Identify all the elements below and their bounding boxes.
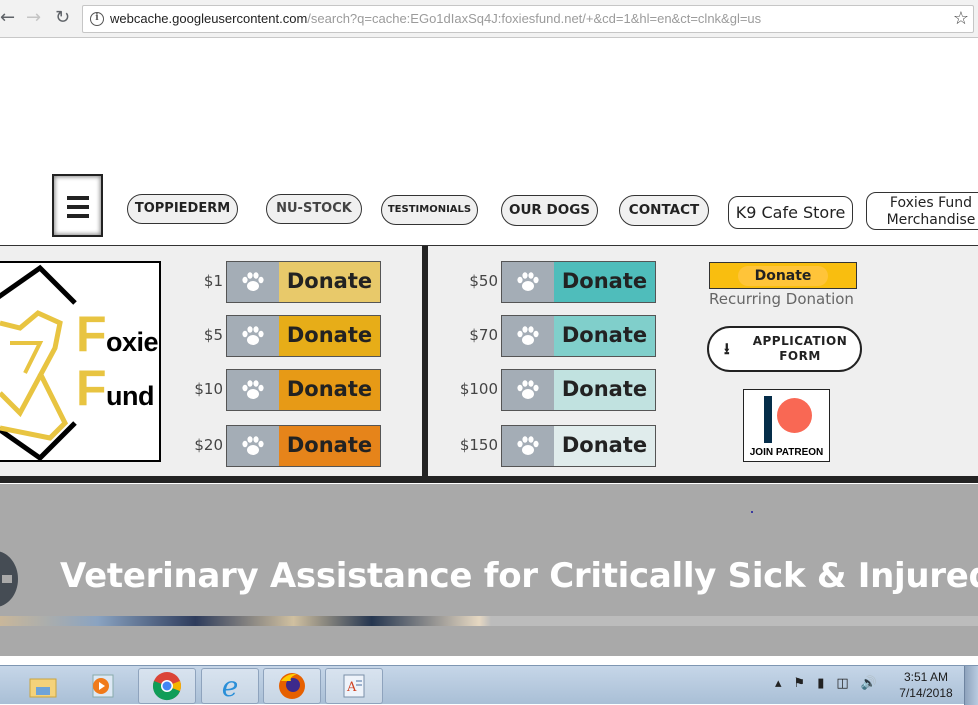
donate-button[interactable]: Donate [226,425,381,467]
recurring-donation-label: Recurring Donation [709,290,854,308]
donation-amount: $20 [194,436,223,454]
donate-label: Donate [279,262,380,302]
donation-amount: $5 [203,326,223,344]
donation-amount: $150 [459,436,498,454]
paw-icon [227,262,279,302]
chrome-icon[interactable] [138,668,196,704]
url-path: /search?q=cache:EGo1dIaxSq4J:foxiesfund.… [307,11,762,26]
nav-testimonials[interactable]: TESTIMONIALS [381,195,478,225]
hamburger-menu-button[interactable] [52,174,103,237]
clock-date: 7/14/2018 [899,686,953,700]
donate-label: Donate [554,262,655,302]
nav-toppiederm[interactable]: TOPPIEDERM [127,194,238,224]
internet-explorer-icon[interactable]: e [201,668,259,704]
browser-toolbar: ← → ↻ i webcache.googleusercontent.com/s… [0,0,978,38]
donate-button[interactable]: Donate [501,425,656,467]
donate-button[interactable]: Donate [226,261,381,303]
url-text[interactable]: webcache.googleusercontent.com/search?q=… [110,11,761,26]
donate-button[interactable]: Donate [501,261,656,303]
paw-icon [502,370,554,410]
power-icon[interactable]: ◫ [836,676,848,691]
url-host: webcache.googleusercontent.com [110,11,308,26]
info-icon[interactable]: i [90,12,104,26]
paypal-donate-label: Donate [738,266,828,286]
donate-button[interactable]: Donate [501,315,656,357]
donate-button[interactable]: Donate [501,369,656,411]
merch-line-1: Foxies Fund [889,195,973,211]
file-explorer-icon[interactable] [14,668,72,704]
donate-label: Donate [279,426,380,466]
show-hidden-icons-icon[interactable]: ▴ [775,676,782,691]
paw-icon [502,426,554,466]
address-bar[interactable]: i webcache.googleusercontent.com/search?… [82,5,974,33]
paw-icon [502,262,554,302]
volume-icon[interactable]: 🔊 [861,676,877,691]
system-tray: ▴ ⚑ ▮ ◫ 🔊 [775,676,877,691]
paw-icon [227,370,279,410]
slider-prev-arrow-icon[interactable] [0,551,18,607]
nav-nu-stock[interactable]: NU-STOCK [266,194,362,224]
nav-contact[interactable]: CONTACT [619,195,709,226]
donation-amount: $70 [469,326,498,344]
back-arrow-icon[interactable]: ← [0,8,15,28]
paw-icon [227,316,279,356]
wordpad-icon[interactable]: A [325,668,383,704]
donation-amount: $100 [459,380,498,398]
show-desktop-button[interactable] [964,666,978,705]
reload-icon[interactable]: ↻ [55,8,70,28]
nav-foxies-fund-merchandise[interactable]: Foxies Fund Merchandise [866,192,978,230]
network-signal-icon[interactable]: ▮ [817,676,824,691]
hero-banner: Veterinary Assistance for Critically Sic… [0,484,978,656]
windows-taskbar: e A ▴ ⚑ ▮ ◫ 🔊 3:51 AM 7/14/2018 [0,665,978,705]
patreon-label: JOIN PATREON [749,447,824,458]
hero-dot [751,511,753,513]
action-center-flag-icon[interactable]: ⚑ [794,676,806,691]
donate-label: Donate [554,426,655,466]
bookmark-star-icon[interactable]: ☆ [953,8,969,29]
paw-icon [502,316,554,356]
join-patreon-button[interactable]: JOIN PATREON [743,389,830,462]
donation-amount: $50 [469,272,498,290]
merch-line-2: Merchandise [886,212,976,228]
paypal-donate-button[interactable]: Donate [709,262,857,289]
hero-title: Veterinary Assistance for Critically Sic… [60,556,978,596]
web-page: TOPPIEDERM NU-STOCK TESTIMONIALS OUR DOG… [0,39,978,656]
paw-icon [227,426,279,466]
donate-label: Donate [554,316,655,356]
donate-section: Foxies Fund $1 Donate $5 Donate $10 Donate $20… [0,245,978,483]
donate-label: Donate [554,370,655,410]
donate-button[interactable]: Donate [226,369,381,411]
firefox-icon[interactable] [263,668,321,704]
logo-text-foxies: Foxies [76,306,159,362]
donate-button[interactable]: Donate [226,315,381,357]
section-divider [422,246,428,478]
svg-text:A: A [346,680,357,695]
media-player-icon[interactable] [75,668,133,704]
hero-image-strip [0,616,978,626]
nav-our-dogs[interactable]: OUR DOGS [501,195,598,226]
logo-text-fund: Fund [76,360,155,416]
donate-label: Donate [279,316,380,356]
nav-k9-cafe-store[interactable]: K9 Cafe Store [728,196,853,229]
application-form-button[interactable]: ⭳ APPLICATION FORM [707,326,862,372]
taskbar-clock[interactable]: 3:51 AM 7/14/2018 [895,669,957,701]
application-form-label: APPLICATION FORM [752,334,848,363]
donation-amount: $1 [203,272,223,290]
donate-label: Donate [279,370,380,410]
donation-amount: $10 [194,380,223,398]
download-icon: ⭳ [724,339,730,358]
clock-time: 3:51 AM [903,670,949,684]
forward-arrow-icon[interactable]: → [26,8,41,28]
foxies-fund-logo[interactable]: Foxies Fund [0,261,161,462]
